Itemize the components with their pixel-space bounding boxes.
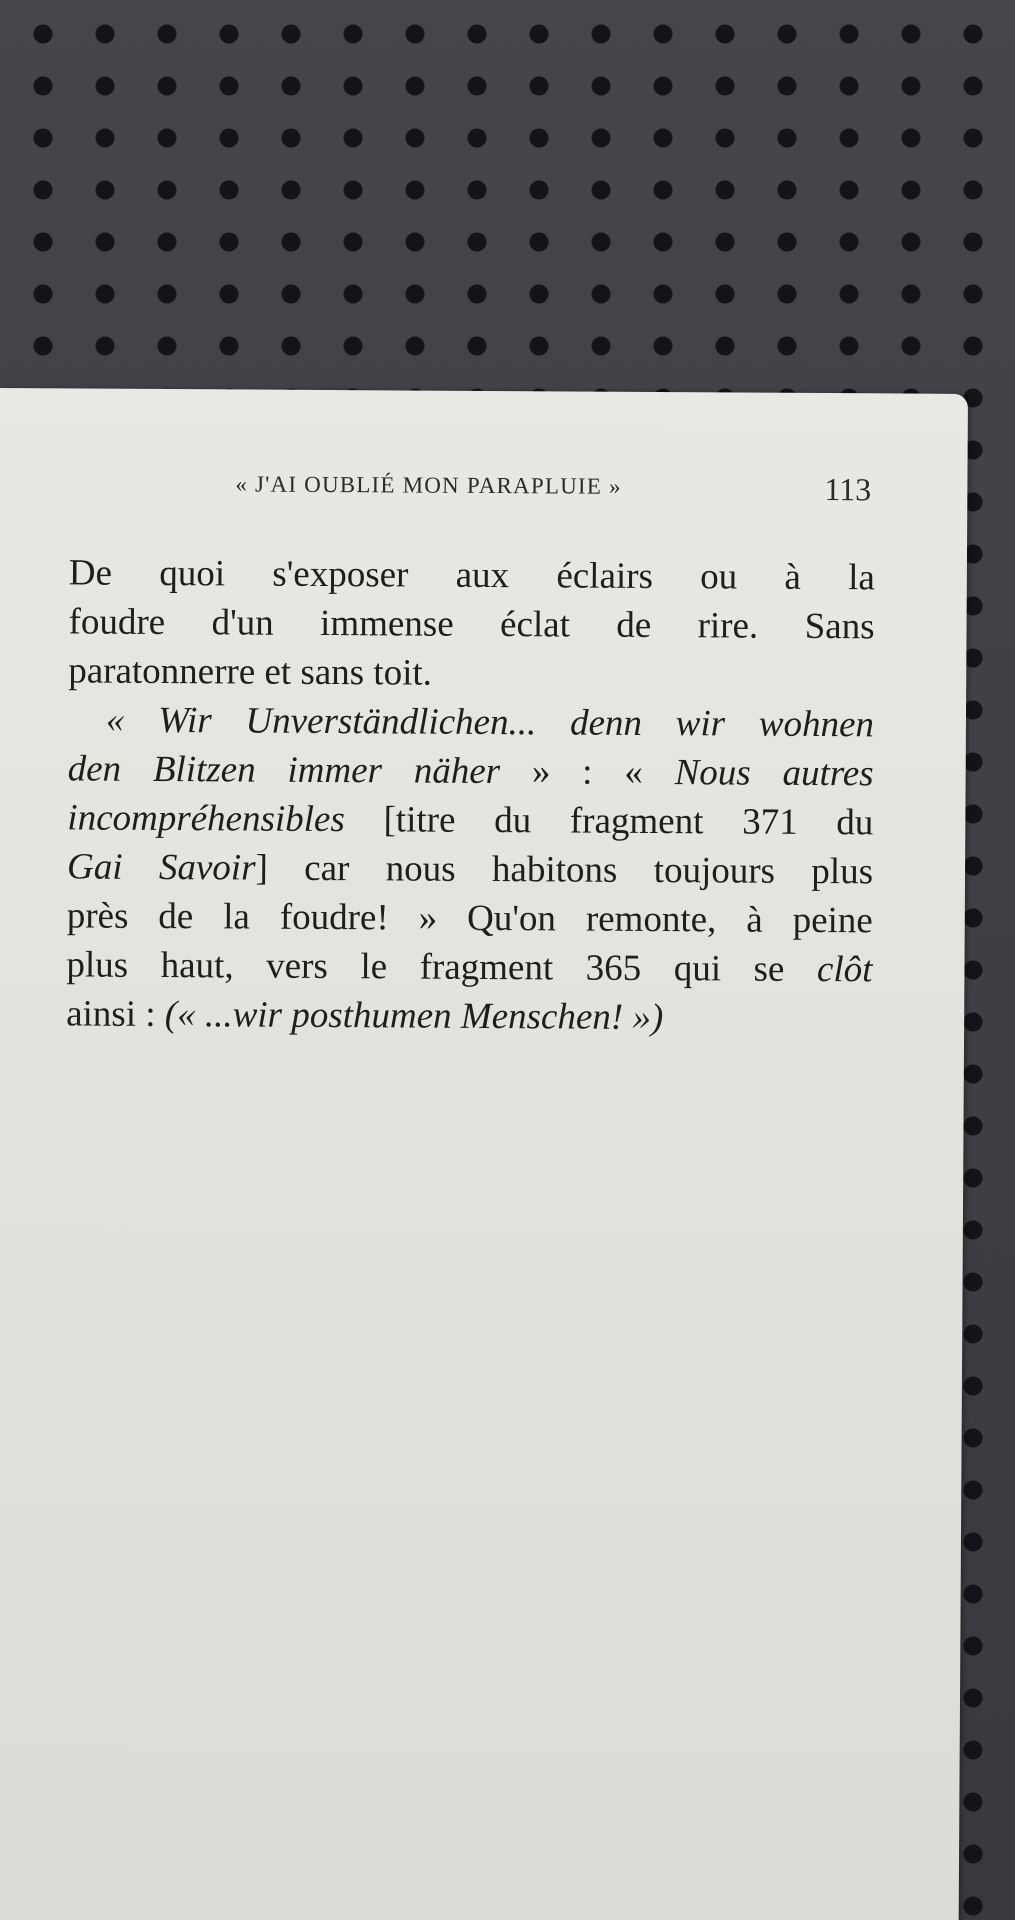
text-run: paratonnerre et sans toit. (68, 650, 433, 694)
book-page: « J'AI OUBLIÉ MON PARAPLUIE » 113 De quo… (0, 388, 968, 1920)
body-text: De quoi s'exposer aux éclairs ou à la fo… (66, 548, 875, 1043)
text-run: » : « (500, 751, 675, 794)
italic-run: clôt (816, 949, 873, 991)
text-line: incompréhensibles [titre du fragment 371… (67, 793, 873, 847)
text-run: ainsi : (66, 993, 165, 1036)
text-line: plus haut, vers le fragment 365 qui se c… (66, 940, 872, 994)
italic-run: den Blitzen immer näher (67, 748, 501, 793)
italic-run: incompréhensibles (67, 797, 345, 841)
italic-run: Gai Savoir (66, 846, 256, 889)
text-run: ] car nous habitons toujours plus (255, 847, 874, 893)
text-line: foudre d'un immense éclat de rire. Sans (68, 597, 874, 651)
text-line: près de la foudre! » Qu'on remonte, à pe… (67, 891, 873, 945)
italic-run: « Wir Unverständlichen... denn wir wohne… (105, 699, 875, 746)
italic-run: Nous autres (674, 752, 874, 795)
text-run: De quoi s'exposer aux éclairs ou à la (68, 552, 875, 599)
text-line: den Blitzen immer näher » : « Nous autre… (68, 744, 874, 798)
text-run: plus haut, vers le fragment 365 qui se (66, 944, 818, 991)
text-line: ainsi : (« ...wir posthumen Menschen! ») (66, 989, 872, 1043)
text-line: « Wir Unverständlichen... denn wir wohne… (68, 695, 874, 749)
text-run: foudre d'un immense éclat de rire. Sans (68, 601, 875, 648)
running-head: « J'AI OUBLIÉ MON PARAPLUIE » (235, 471, 622, 499)
page-number: 113 (824, 471, 872, 508)
text-line: De quoi s'exposer aux éclairs ou à la (69, 548, 875, 602)
text-line: Gai Savoir] car nous habitons toujours p… (67, 842, 873, 896)
text-line: paratonnerre et sans toit. (68, 646, 874, 700)
text-run: près de la foudre! » Qu'on remonte, à pe… (66, 895, 873, 942)
text-run: [titre du fragment 371 du (344, 799, 874, 844)
italic-run: (« ...wir posthumen Menschen! ») (164, 994, 664, 1039)
